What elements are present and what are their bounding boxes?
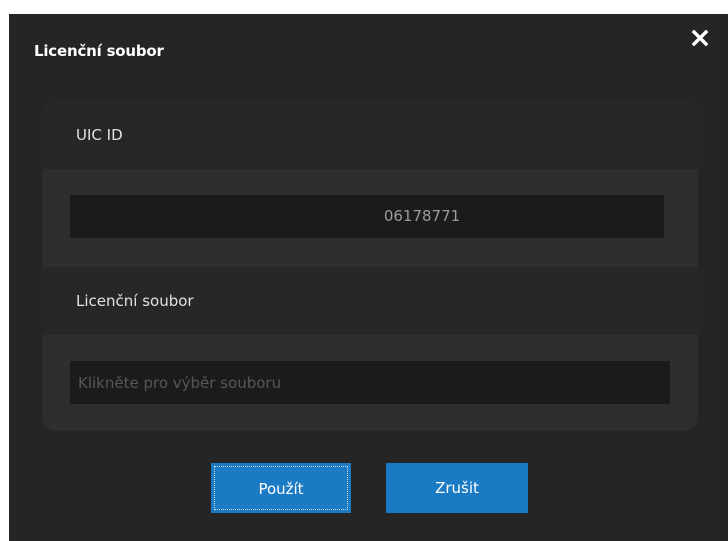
uic-label: UIC ID (76, 126, 123, 144)
uic-value: 06178771 (383, 207, 461, 225)
apply-button[interactable]: Použít (211, 463, 351, 513)
uic-section-header: UIC ID (42, 101, 698, 169)
settings-panel: UIC ID 06178771 Licenční soubor (42, 101, 698, 431)
license-dialog: Licenční soubor UIC ID 06178771 Licenční… (9, 14, 728, 541)
cancel-button[interactable]: Zrušit (386, 463, 528, 513)
uic-value-field: 06178771 (70, 195, 664, 238)
cancel-button-label: Zrušit (435, 479, 479, 497)
close-icon (691, 29, 709, 47)
focus-ring (214, 466, 348, 510)
license-file-input[interactable] (70, 361, 670, 404)
dialog-title: Licenční soubor (34, 42, 164, 60)
license-label: Licenční soubor (76, 292, 194, 310)
license-section-header: Licenční soubor (42, 267, 698, 335)
close-button[interactable] (690, 28, 710, 48)
